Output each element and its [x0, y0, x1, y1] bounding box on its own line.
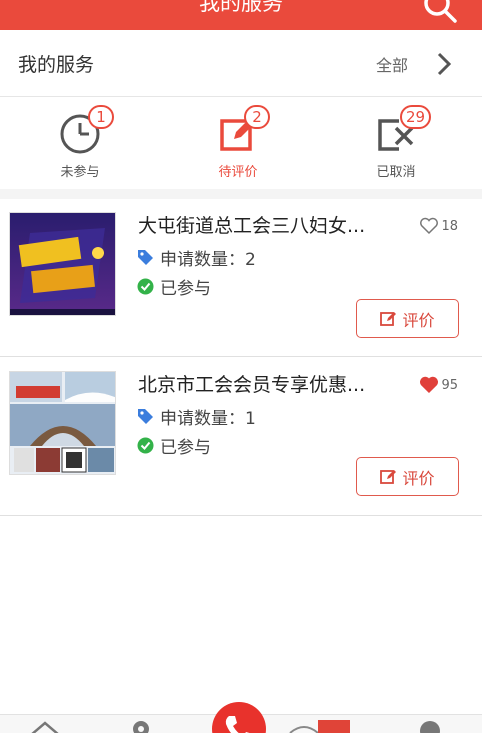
heart-filled-icon: [420, 376, 439, 394]
like-count: 95: [441, 377, 458, 393]
count-badge: 2: [244, 105, 270, 129]
tab-label: 已取消: [376, 165, 416, 180]
count-badge: 1: [88, 105, 114, 129]
tag-icon: [138, 409, 153, 424]
message-icon[interactable]: [288, 719, 320, 733]
count-badge: 29: [400, 105, 432, 129]
apply-count-row: 申请数量：2: [137, 245, 256, 270]
service-title: 大屯街道总工会三八妇女...: [138, 215, 366, 237]
status-row: 已参与: [137, 274, 211, 299]
status-tabs: 1 未参与 2 待评价 29 已取消: [0, 97, 482, 199]
like-count: 18: [441, 218, 458, 234]
tab-pending-review[interactable]: 2 待评价: [178, 97, 298, 189]
service-thumbnail: [9, 212, 116, 316]
calendar-icon[interactable]: [318, 718, 350, 733]
service-card[interactable]: 北京市工会会员专享优惠... 95 申请数量：1 已参与 评价: [0, 358, 482, 516]
tab-label: 待评价: [218, 165, 258, 180]
apply-count: 申请数量：1: [160, 409, 256, 429]
status-text: 已参与: [160, 279, 211, 299]
tab-cancelled[interactable]: 29 已取消: [336, 97, 456, 189]
profile-icon[interactable]: [418, 719, 442, 733]
edit-icon: [380, 312, 397, 326]
location-icon[interactable]: [130, 719, 152, 733]
edit-icon: [380, 470, 397, 484]
service-title: 北京市工会会员专享优惠...: [138, 374, 366, 396]
check-circle-icon: [137, 278, 154, 295]
rate-button-label: 评价: [402, 468, 435, 488]
heart-outline-icon: [420, 217, 439, 235]
rate-button[interactable]: 评价: [356, 299, 459, 338]
service-thumbnail: [9, 371, 116, 475]
apply-count-row: 申请数量：1: [137, 404, 256, 429]
chevron-right-icon[interactable]: [434, 50, 454, 78]
services-label: 我的服务: [18, 54, 95, 76]
search-icon[interactable]: [420, 0, 460, 26]
tab-not-participated[interactable]: 1 未参与: [20, 97, 140, 189]
like-counter[interactable]: 95: [419, 376, 458, 394]
status-text: 已参与: [160, 438, 211, 458]
tab-label: 未参与: [60, 165, 100, 180]
home-icon[interactable]: [28, 719, 62, 733]
tag-icon: [138, 250, 153, 265]
check-circle-icon: [137, 437, 154, 454]
top-bar: 我的服务: [0, 0, 482, 30]
phone-icon: [225, 716, 250, 733]
services-header[interactable]: 我的服务 全部: [0, 30, 482, 97]
rate-button-label: 评价: [402, 310, 435, 330]
like-counter[interactable]: 18: [419, 217, 458, 235]
status-row: 已参与: [137, 433, 211, 458]
service-card[interactable]: 大屯街道总工会三八妇女... 18 申请数量：2 已参与 评价: [0, 199, 482, 357]
call-button[interactable]: [212, 702, 266, 733]
apply-count: 申请数量：2: [160, 250, 256, 270]
page-title: 我的服务: [199, 0, 283, 15]
view-all-link[interactable]: 全部: [376, 52, 408, 76]
rate-button[interactable]: 评价: [356, 457, 459, 496]
